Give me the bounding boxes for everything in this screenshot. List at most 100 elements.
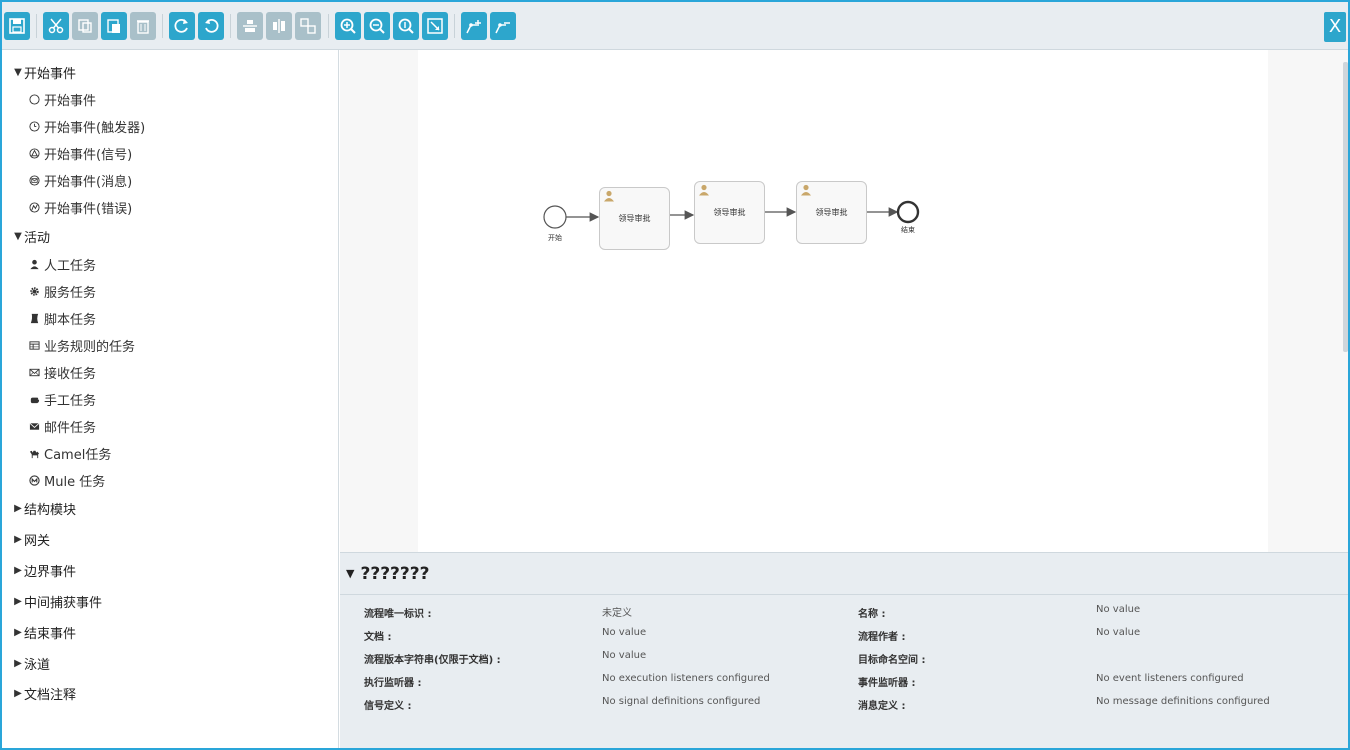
chevron-right-icon: ▶ [14,533,22,545]
toolbar: X [2,2,1348,50]
camel-icon [27,446,41,460]
prop-label-event-listeners: 事件监听器 : [858,678,916,689]
user-task-node[interactable]: 领导审批 [694,181,765,244]
user-icon [801,184,811,196]
zoom-in-icon [340,18,356,34]
remove-bendpoint-icon [495,22,510,34]
palette-item-service-task[interactable]: 服务任务 [27,281,96,301]
group-label: 结构模块 [24,502,77,518]
prop-value-version[interactable]: No value [602,650,646,661]
cut-button[interactable] [43,12,69,40]
group-structural[interactable]: ▶ 结构模块 [12,498,76,518]
group-gateways[interactable]: ▶ 网关 [12,529,50,549]
palette-item-label: 开始事件(错误) [44,201,133,217]
prop-value-author[interactable]: No value [1096,627,1140,638]
align-vertical-button[interactable] [266,12,292,40]
palette-item-user-task[interactable]: 人工任务 [27,254,96,274]
chevron-down-icon: ▼ [14,66,22,78]
group-end-events[interactable]: ▶ 结束事件 [12,622,76,642]
palette-item-business-rule-task[interactable]: 业务规则的任务 [27,335,135,355]
prop-label-documentation: 文档 : [364,632,392,643]
prop-value-name[interactable]: No value [1096,604,1140,615]
prop-label-message-definitions: 消息定义 : [858,701,906,712]
prop-value-signal-definitions[interactable]: No signal definitions configured [602,696,760,707]
diagram-canvas[interactable]: 开始 结束 领导审批 领导审批 领导审批 [418,50,1268,552]
chevron-right-icon: ▶ [14,595,22,607]
remove-bendpoint-button[interactable] [490,12,516,40]
prop-label-version: 流程版本字符串(仅限于文档) : [364,655,501,666]
diagram-connectors [543,200,920,229]
zoom-out-button[interactable] [364,12,390,40]
chevron-right-icon: ▶ [14,687,22,699]
end-event[interactable] [896,200,920,224]
undo-button[interactable] [198,12,224,40]
align-horizontal-button[interactable] [237,12,263,40]
gear-icon [27,284,41,298]
zoom-actual-button[interactable] [393,12,419,40]
prop-value-execution-listeners[interactable]: No execution listeners configured [602,673,770,684]
paste-icon [107,19,120,33]
delete-button[interactable] [130,12,156,40]
add-bendpoint-icon [466,20,481,34]
user-task-node[interactable]: 领导审批 [599,187,670,250]
palette-item-manual-task[interactable]: 手工任务 [27,389,96,409]
start-event[interactable] [543,205,567,229]
group-swimlanes[interactable]: ▶ 泳道 [12,653,50,673]
palette-item-label: 开始事件 [44,93,97,109]
palette-item-start-event[interactable]: 开始事件 [27,89,96,109]
group-boundary-events[interactable]: ▶ 边界事件 [12,560,76,580]
properties-title: ??????? [360,563,430,584]
same-size-button[interactable] [295,12,321,40]
copy-button[interactable] [72,12,98,40]
canvas-area: 开始 结束 领导审批 领导审批 领导审批 [340,50,1348,552]
palette-item-error-start-event[interactable]: 开始事件(错误) [27,197,132,217]
group-activities[interactable]: ▼ 活动 [12,226,50,246]
table-icon [27,338,41,352]
palette-item-label: Camel任务 [44,447,112,463]
palette-item-label: 手工任务 [44,393,97,409]
paste-button[interactable] [101,12,127,40]
palette-item-label: 开始事件(触发器) [44,120,146,136]
zoom-actual-icon [398,18,414,34]
prop-value-process-id[interactable]: 未定义 [602,604,632,619]
chevron-right-icon: ▶ [14,657,22,669]
task-label: 领导审批 [618,214,651,223]
palette-item-label: 开始事件(消息) [44,174,133,190]
palette-item-timer-start-event[interactable]: 开始事件(触发器) [27,116,145,136]
zoom-in-button[interactable] [335,12,361,40]
close-button[interactable]: X [1324,12,1346,42]
add-bendpoint-button[interactable] [461,12,487,40]
prop-label-execution-listeners: 执行监听器 : [364,678,422,689]
prop-value-documentation[interactable]: No value [602,627,646,638]
prop-value-message-definitions[interactable]: No message definitions configured [1096,696,1270,707]
palette-item-message-start-event[interactable]: 开始事件(消息) [27,170,132,190]
group-annotations[interactable]: ▶ 文档注释 [12,683,76,703]
palette-item-receive-task[interactable]: 接收任务 [27,362,96,382]
user-task-node[interactable]: 领导审批 [796,181,867,244]
editor-frame: X ▼ 开始事件 开始事件 开始事件(触发器) 开始事件(信号) 开始事件(消息… [0,0,1350,750]
group-intermediate-catch-events[interactable]: ▶ 中间捕获事件 [12,591,102,611]
copy-icon [78,19,92,33]
cut-icon [48,18,64,34]
prop-label-name: 名称 : [858,609,886,620]
palette-item-mail-task[interactable]: 邮件任务 [27,416,96,436]
palette-item-label: 人工任务 [44,258,97,274]
palette-item-camel-task[interactable]: Camel任务 [27,443,111,463]
message-icon [27,173,41,187]
properties-header[interactable]: ▼ ??????? [340,553,1348,595]
zoom-fit-button[interactable] [422,12,448,40]
user-icon [27,257,41,271]
prop-value-event-listeners[interactable]: No event listeners configured [1096,673,1244,684]
palette-item-mule-task[interactable]: Mule 任务 [27,470,105,490]
palette-item-signal-start-event[interactable]: 开始事件(信号) [27,143,132,163]
group-start-events[interactable]: ▼ 开始事件 [12,62,76,82]
vertical-scrollbar[interactable] [1343,62,1348,352]
redo-button[interactable] [169,12,195,40]
palette-item-script-task[interactable]: 脚本任务 [27,308,96,328]
save-button[interactable] [4,12,30,40]
group-label: 中间捕获事件 [24,595,103,611]
mail-icon [27,419,41,433]
prop-label-author: 流程作者 : [858,632,906,643]
same-size-icon [300,18,316,34]
signal-icon [27,146,41,160]
